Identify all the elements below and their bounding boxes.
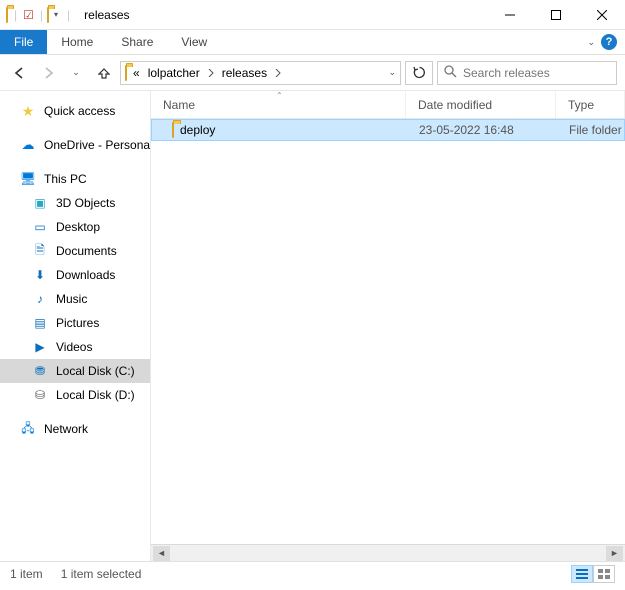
file-type: File folder [557, 123, 624, 137]
sidebar-item-downloads[interactable]: ⬇Downloads [0, 263, 150, 287]
tab-home[interactable]: Home [47, 30, 107, 54]
help-button[interactable]: ? [601, 34, 617, 50]
scroll-track[interactable] [172, 546, 604, 561]
network-icon: 🖧 [20, 421, 36, 437]
breadcrumb-sep-icon[interactable] [273, 62, 283, 84]
sidebar-item-local-disk-c[interactable]: ⛃Local Disk (C:) [0, 359, 150, 383]
navigation-pane[interactable]: ★Quick access ☁OneDrive - Personal 🖥This… [0, 91, 150, 561]
up-button[interactable] [92, 61, 116, 85]
breadcrumb-sep-icon[interactable] [206, 62, 216, 84]
ribbon: File Home Share View ⌄ ? [0, 30, 625, 55]
sidebar-item-this-pc[interactable]: 🖥This PC [0, 167, 150, 191]
file-tab[interactable]: File [0, 30, 47, 54]
address-bar[interactable]: « lolpatcher releases ⌄ [120, 61, 401, 85]
maximize-button[interactable] [533, 0, 579, 30]
sidebar-item-3d-objects[interactable]: ▣3D Objects [0, 191, 150, 215]
folder-icon [172, 123, 174, 137]
search-input[interactable] [463, 66, 618, 80]
status-item-count: 1 item [10, 567, 43, 581]
file-list[interactable]: deploy 23-05-2022 16:48 File folder [151, 119, 625, 544]
forward-button[interactable] [36, 61, 60, 85]
sidebar-item-pictures[interactable]: ▤Pictures [0, 311, 150, 335]
column-type[interactable]: Type [556, 91, 625, 118]
search-icon [444, 65, 457, 81]
sidebar-item-network[interactable]: 🖧Network [0, 417, 150, 441]
qat-properties-icon[interactable]: ☑ [21, 8, 36, 22]
column-headers: Name ⌃ Date modified Type [151, 91, 625, 119]
app-folder-icon [6, 8, 8, 22]
address-history-icon[interactable]: ⌄ [388, 67, 396, 78]
file-date: 23-05-2022 16:48 [407, 123, 557, 137]
qat-folder-icon[interactable] [47, 8, 49, 22]
sidebar-item-local-disk-d[interactable]: ⛁Local Disk (D:) [0, 383, 150, 407]
tab-view[interactable]: View [167, 30, 221, 54]
cloud-icon: ☁ [20, 137, 36, 153]
disk-icon: ⛁ [32, 387, 48, 403]
desktop-icon: ▭ [32, 219, 48, 235]
list-item[interactable]: deploy 23-05-2022 16:48 File folder [151, 119, 625, 141]
close-button[interactable] [579, 0, 625, 30]
cube-icon: ▣ [32, 195, 48, 211]
disk-icon: ⛃ [32, 363, 48, 379]
column-date-modified[interactable]: Date modified [406, 91, 556, 118]
picture-icon: ▤ [32, 315, 48, 331]
address-folder-icon [125, 66, 127, 80]
monitor-icon: 🖥 [20, 171, 36, 187]
sidebar-item-onedrive[interactable]: ☁OneDrive - Personal [0, 133, 150, 157]
status-selected-count: 1 item selected [61, 567, 142, 581]
sidebar-item-desktop[interactable]: ▭Desktop [0, 215, 150, 239]
breadcrumb-releases[interactable]: releases [220, 66, 269, 80]
qat-separator: | [38, 8, 45, 22]
music-icon: ♪ [32, 291, 48, 307]
sidebar-item-documents[interactable]: 🗎Documents [0, 239, 150, 263]
refresh-button[interactable] [405, 61, 433, 85]
download-icon: ⬇ [32, 267, 48, 283]
qat-dropdown-icon[interactable]: ▾ [51, 10, 61, 19]
sidebar-item-music[interactable]: ♪Music [0, 287, 150, 311]
tab-share[interactable]: Share [107, 30, 167, 54]
view-details-button[interactable] [571, 565, 593, 583]
title-bar: | ☑ | ▾ | releases [0, 0, 625, 30]
scroll-left-icon[interactable]: ◄ [153, 546, 170, 561]
breadcrumb-prefix: « [131, 66, 142, 80]
search-box[interactable] [437, 61, 617, 85]
qat-separator: | [12, 8, 19, 22]
document-icon: 🗎 [32, 243, 48, 259]
horizontal-scrollbar[interactable]: ◄ ► [151, 544, 625, 561]
status-bar: 1 item 1 item selected [0, 561, 625, 585]
view-large-icons-button[interactable] [593, 565, 615, 583]
sort-indicator-icon: ⌃ [276, 91, 283, 100]
content-pane: Name ⌃ Date modified Type deploy 23-05-2… [150, 91, 625, 561]
sidebar-item-videos[interactable]: ▶Videos [0, 335, 150, 359]
star-icon: ★ [20, 103, 36, 119]
breadcrumb-lolpatcher[interactable]: lolpatcher [146, 66, 202, 80]
ribbon-expand-icon[interactable]: ⌄ [587, 37, 595, 48]
qat-separator: | [65, 8, 72, 22]
minimize-button[interactable] [487, 0, 533, 30]
navigation-bar: ⌄ « lolpatcher releases ⌄ [0, 55, 625, 91]
scroll-right-icon[interactable]: ► [606, 546, 623, 561]
file-name: deploy [180, 123, 215, 137]
video-icon: ▶ [32, 339, 48, 355]
back-button[interactable] [8, 61, 32, 85]
sidebar-item-quick-access[interactable]: ★Quick access [0, 99, 150, 123]
recent-dropdown[interactable]: ⌄ [64, 61, 88, 85]
window-title: releases [84, 8, 129, 22]
